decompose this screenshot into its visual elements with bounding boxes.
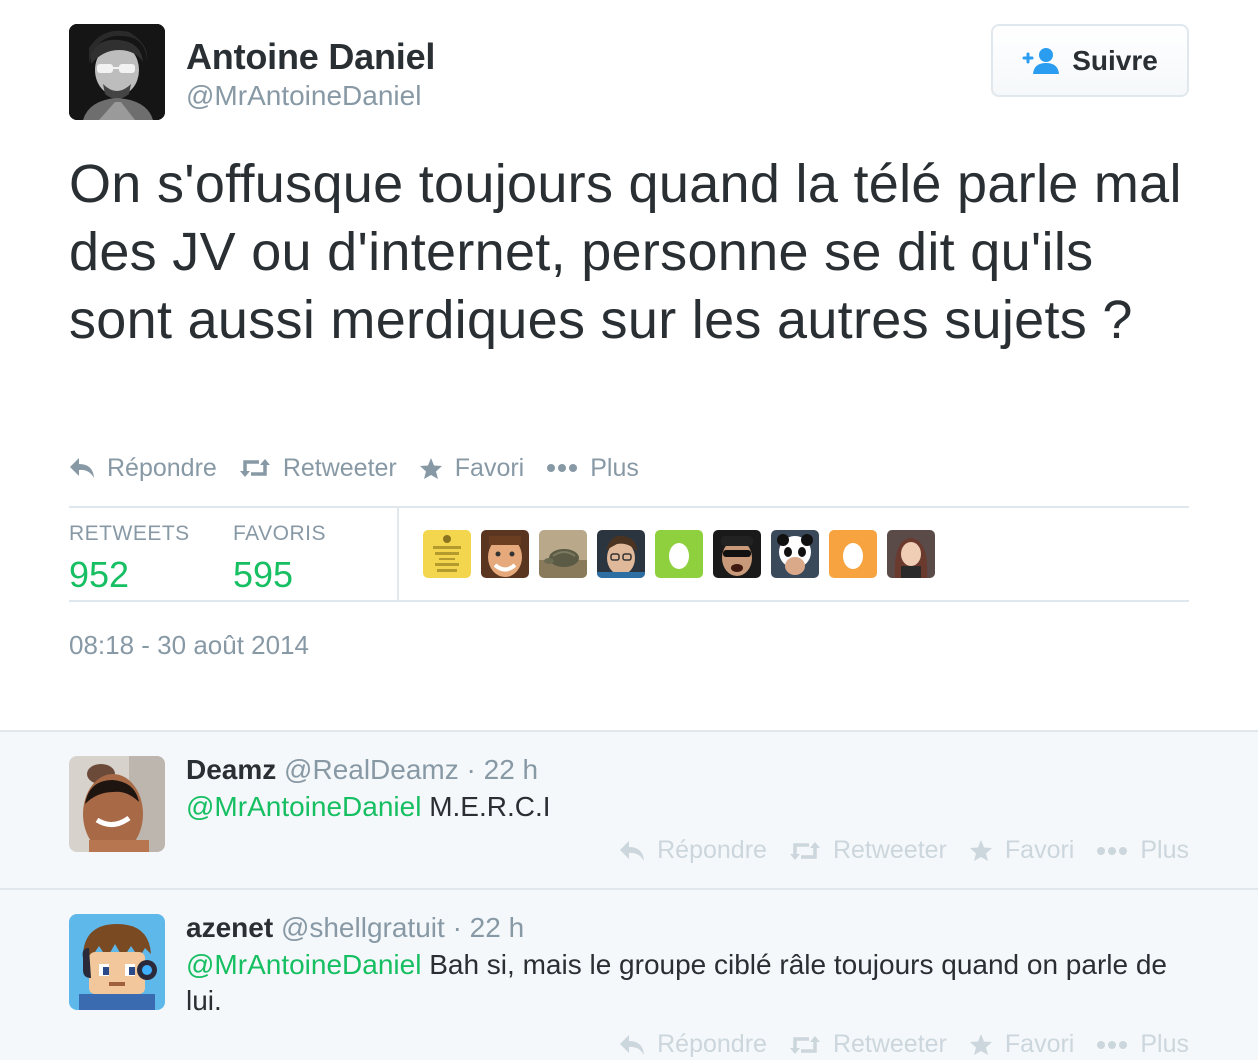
- follow-button[interactable]: Suivre: [991, 24, 1189, 97]
- reply-author-name[interactable]: azenet: [186, 912, 273, 943]
- reply-mention[interactable]: @MrAntoineDaniel: [186, 791, 421, 822]
- reply-text: @MrAntoineDaniel Bah si, mais le groupe …: [186, 947, 1186, 1019]
- favorites-stat[interactable]: FAVORIS 595: [233, 522, 326, 596]
- author-name[interactable]: Antoine Daniel: [186, 36, 435, 78]
- tweet-stats: RETWEETS 952 FAVORIS 595: [69, 508, 1189, 600]
- reply-author-name[interactable]: Deamz: [186, 754, 276, 785]
- follow-label: Suivre: [1072, 44, 1158, 76]
- retweets-label: RETWEETS: [69, 522, 190, 545]
- retweet-action[interactable]: Retweeter: [789, 836, 947, 865]
- more-action[interactable]: Plus: [546, 454, 639, 483]
- retweet-icon: [789, 840, 821, 862]
- favoriter-avatar[interactable]: [771, 530, 819, 578]
- reply-author-handle[interactable]: @RealDeamz: [284, 754, 459, 785]
- retweets-stat[interactable]: RETWEETS 952: [69, 522, 190, 596]
- more-dots-icon: [1096, 1040, 1128, 1050]
- reply-time[interactable]: · 22 h: [453, 912, 525, 943]
- star-icon: [969, 839, 993, 862]
- favorites-label: FAVORIS: [233, 522, 326, 545]
- favoriter-avatar[interactable]: [829, 530, 877, 578]
- favorite-label: Favori: [454, 453, 525, 482]
- reply-icon: [619, 1034, 645, 1056]
- reply-author-handle[interactable]: @shellgratuit: [281, 912, 445, 943]
- reply-body: M.E.R.C.I: [421, 791, 551, 822]
- more-action[interactable]: Plus: [1096, 1030, 1189, 1059]
- favoriters-avatars: [423, 530, 935, 578]
- reply-action[interactable]: Répondre: [619, 836, 767, 865]
- reply-label: Répondre: [107, 453, 217, 482]
- reply-icon: [619, 840, 645, 862]
- favoriter-avatar[interactable]: [713, 530, 761, 578]
- author-handle[interactable]: @MrAntoineDaniel: [186, 80, 421, 112]
- more-label: Plus: [590, 453, 639, 482]
- favorite-action[interactable]: Favori: [969, 1030, 1074, 1059]
- reply-item[interactable]: Deamz @RealDeamz · 22 h @MrAntoineDaniel…: [0, 732, 1258, 888]
- star-icon: [419, 457, 443, 480]
- favorite-label: Favori: [1004, 836, 1075, 864]
- stats-separator: [397, 508, 399, 600]
- favorite-action[interactable]: Favori: [419, 454, 524, 483]
- reply-label: Répondre: [657, 1030, 767, 1058]
- reply-text: @MrAntoineDaniel M.E.R.C.I: [186, 789, 1186, 825]
- reply-avatar[interactable]: [69, 914, 165, 1010]
- author-avatar[interactable]: [69, 24, 165, 120]
- tweet-timestamp[interactable]: 08:18 - 30 août 2014: [69, 630, 309, 661]
- reply-header: azenet @shellgratuit · 22 h: [186, 912, 524, 944]
- reply-actions: Répondre Retweeter Favori Plus: [619, 836, 1189, 865]
- reply-actions: Répondre Retweeter Favori Plus: [619, 1030, 1189, 1059]
- more-label: Plus: [1140, 836, 1189, 864]
- more-action[interactable]: Plus: [1096, 836, 1189, 865]
- tweet-text: On s'offusque toujours quand la télé par…: [69, 154, 1182, 350]
- tweet-actions: Répondre Retweeter Favori Plus: [69, 448, 639, 488]
- reply-item[interactable]: azenet @shellgratuit · 22 h @MrAntoineDa…: [0, 888, 1258, 1060]
- reply-action[interactable]: Répondre: [619, 1030, 767, 1059]
- retweet-icon: [239, 457, 271, 479]
- star-icon: [969, 1033, 993, 1056]
- retweet-icon: [789, 1034, 821, 1056]
- reply-time[interactable]: · 22 h: [467, 754, 539, 785]
- favorite-action[interactable]: Favori: [969, 836, 1074, 865]
- reply-icon: [69, 457, 95, 479]
- reply-action[interactable]: Répondre: [69, 454, 217, 483]
- favoriter-avatar[interactable]: [655, 530, 703, 578]
- follow-person-icon: [1022, 46, 1062, 76]
- favoriter-avatar[interactable]: [481, 530, 529, 578]
- favoriter-avatar[interactable]: [423, 530, 471, 578]
- more-label: Plus: [1140, 1030, 1189, 1058]
- main-tweet: Antoine Daniel @MrAntoineDaniel Suivre O…: [0, 0, 1258, 730]
- retweet-label: Retweeter: [282, 453, 397, 482]
- replies-list: Deamz @RealDeamz · 22 h @MrAntoineDaniel…: [0, 730, 1258, 1060]
- favoriter-avatar[interactable]: [597, 530, 645, 578]
- stats-bottom-divider: [69, 600, 1189, 602]
- reply-avatar[interactable]: [69, 756, 165, 852]
- retweet-label: Retweeter: [832, 836, 947, 864]
- reply-header: Deamz @RealDeamz · 22 h: [186, 754, 538, 786]
- more-dots-icon: [546, 463, 578, 473]
- favorites-count: 595: [233, 554, 294, 595]
- retweet-action[interactable]: Retweeter: [789, 1030, 947, 1059]
- more-dots-icon: [1096, 846, 1128, 856]
- retweet-label: Retweeter: [832, 1030, 947, 1058]
- reply-label: Répondre: [657, 836, 767, 864]
- retweets-count: 952: [69, 554, 130, 595]
- favorite-label: Favori: [1004, 1030, 1075, 1058]
- favoriter-avatar[interactable]: [887, 530, 935, 578]
- retweet-action[interactable]: Retweeter: [239, 454, 397, 483]
- favoriter-avatar[interactable]: [539, 530, 587, 578]
- reply-mention[interactable]: @MrAntoineDaniel: [186, 949, 421, 980]
